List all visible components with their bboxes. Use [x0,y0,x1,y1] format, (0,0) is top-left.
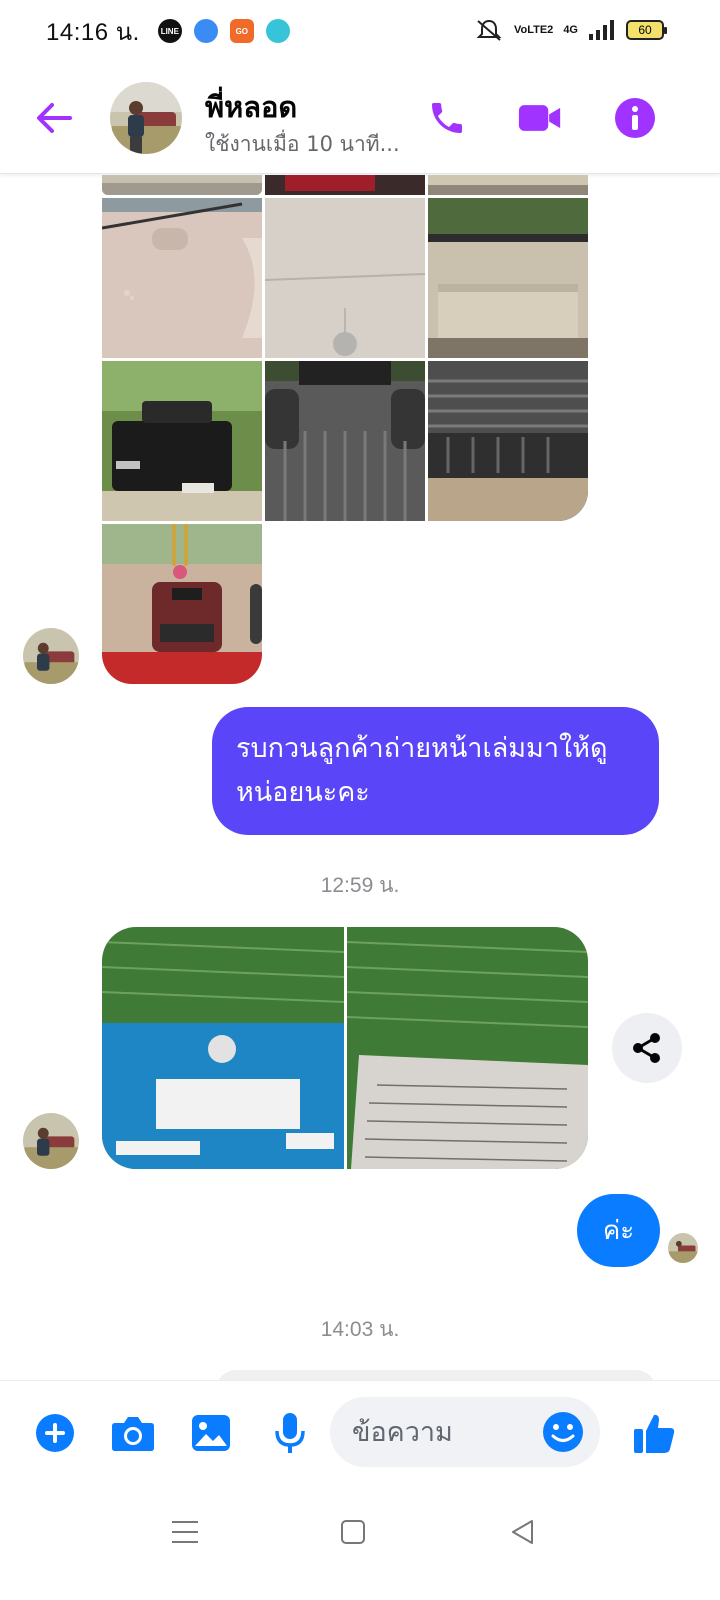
video-call-button[interactable] [518,96,562,140]
info-button[interactable] [613,96,657,140]
car-photo-thumbnail[interactable] [265,198,425,358]
truck-photo-thumbnail[interactable] [102,361,262,521]
status-right-group: VoLTE2 4G 60 [474,18,667,42]
dashboard-photo-thumbnail[interactable] [102,524,262,684]
line-icon: LINE [157,19,182,43]
outgoing-message-bubble[interactable]: รบกวนลูกค้าถ่ายหน้าเล่มมาให้ดูหน่อยนะคะ [212,707,659,835]
vehicle-registration-page-photo[interactable] [347,927,588,1169]
voice-call-button[interactable] [425,96,469,140]
car-photo-thumbnail[interactable] [102,175,262,195]
plus-circle-icon [36,1414,74,1452]
car-photo-thumbnail[interactable] [265,175,425,195]
truck-bed-photo-thumbnail[interactable] [428,361,588,521]
recent-apps-button[interactable] [163,1510,207,1554]
emoji-button[interactable] [542,1411,584,1453]
godaily-icon: GO [229,19,254,43]
menu-icon [172,1521,198,1543]
message-field[interactable] [330,1397,600,1467]
info-icon [615,98,655,138]
bluebird-icon [193,19,218,43]
gallery-button[interactable] [189,1411,233,1455]
thumbs-up-icon [634,1414,675,1453]
home-button[interactable] [331,1510,375,1554]
sender-avatar[interactable] [23,1113,79,1169]
incoming-message-bubble[interactable] [216,1370,656,1380]
contact-avatar[interactable] [110,82,182,154]
message-thread[interactable]: รบกวนลูกค้าถ่ายหน้าเล่มมาให้ดูหน่อยนะคะ … [0,175,720,1380]
message-text: รบกวนลูกค้าถ่ายหน้าเล่มมาให้ดูหน่อยนะคะ [236,733,608,808]
sender-avatar[interactable] [23,628,79,684]
read-receipt-avatar [668,1233,698,1263]
triangle-back-icon [512,1520,533,1544]
like-button[interactable] [632,1411,676,1455]
status-bar: 14:16 น. LINE GO VoLTE2 4G 60 [0,0,720,62]
volte-indicator: VoLTE2 [513,24,554,36]
square-home-icon [341,1520,365,1544]
message-composer [0,1380,720,1484]
car-photo-thumbnail[interactable] [428,175,588,195]
message-text: ค่ะ [602,1216,635,1246]
chat-header: พี่หลอด ใช้งานเมื่อ 10 นาที... [0,62,720,174]
battery-indicator: 60 [626,20,667,40]
status-time: 14:16 น. [46,18,140,46]
microphone-icon [275,1413,305,1453]
camera-button[interactable] [111,1411,155,1455]
back-nav-button[interactable] [500,1510,544,1554]
outgoing-message-bubble[interactable]: ค่ะ [577,1194,660,1267]
truck-bed-photo-thumbnail[interactable] [265,361,425,521]
share-icon [633,1033,660,1063]
car-photo-thumbnail[interactable] [428,198,588,358]
contact-name[interactable]: พี่หลอด [205,84,297,130]
system-navigation-bar [0,1484,720,1600]
status-notification-icons: LINE GO [157,19,290,43]
contact-active-status: ใช้งานเมื่อ 10 นาที... [205,132,400,156]
message-input[interactable] [352,1413,542,1451]
mute-icon [476,19,502,41]
signal-icon [589,20,614,40]
camera-icon [112,1417,154,1451]
share-button[interactable] [612,1013,682,1083]
video-camera-icon [518,105,561,131]
arrow-left-icon [37,103,72,133]
smiley-icon [543,1412,583,1452]
car-photo-thumbnail[interactable] [102,198,262,358]
back-button[interactable] [32,96,76,140]
more-actions-button[interactable] [33,1411,77,1455]
phone-icon [432,103,462,133]
voice-record-button[interactable] [268,1411,312,1455]
timestamp: 14:03 น. [320,1318,400,1341]
vehicle-registration-photo[interactable] [102,927,344,1169]
paw-app-icon [265,19,290,43]
network-4g-indicator: 4G [563,24,578,36]
image-icon [192,1415,230,1451]
timestamp: 12:59 น. [320,874,400,897]
